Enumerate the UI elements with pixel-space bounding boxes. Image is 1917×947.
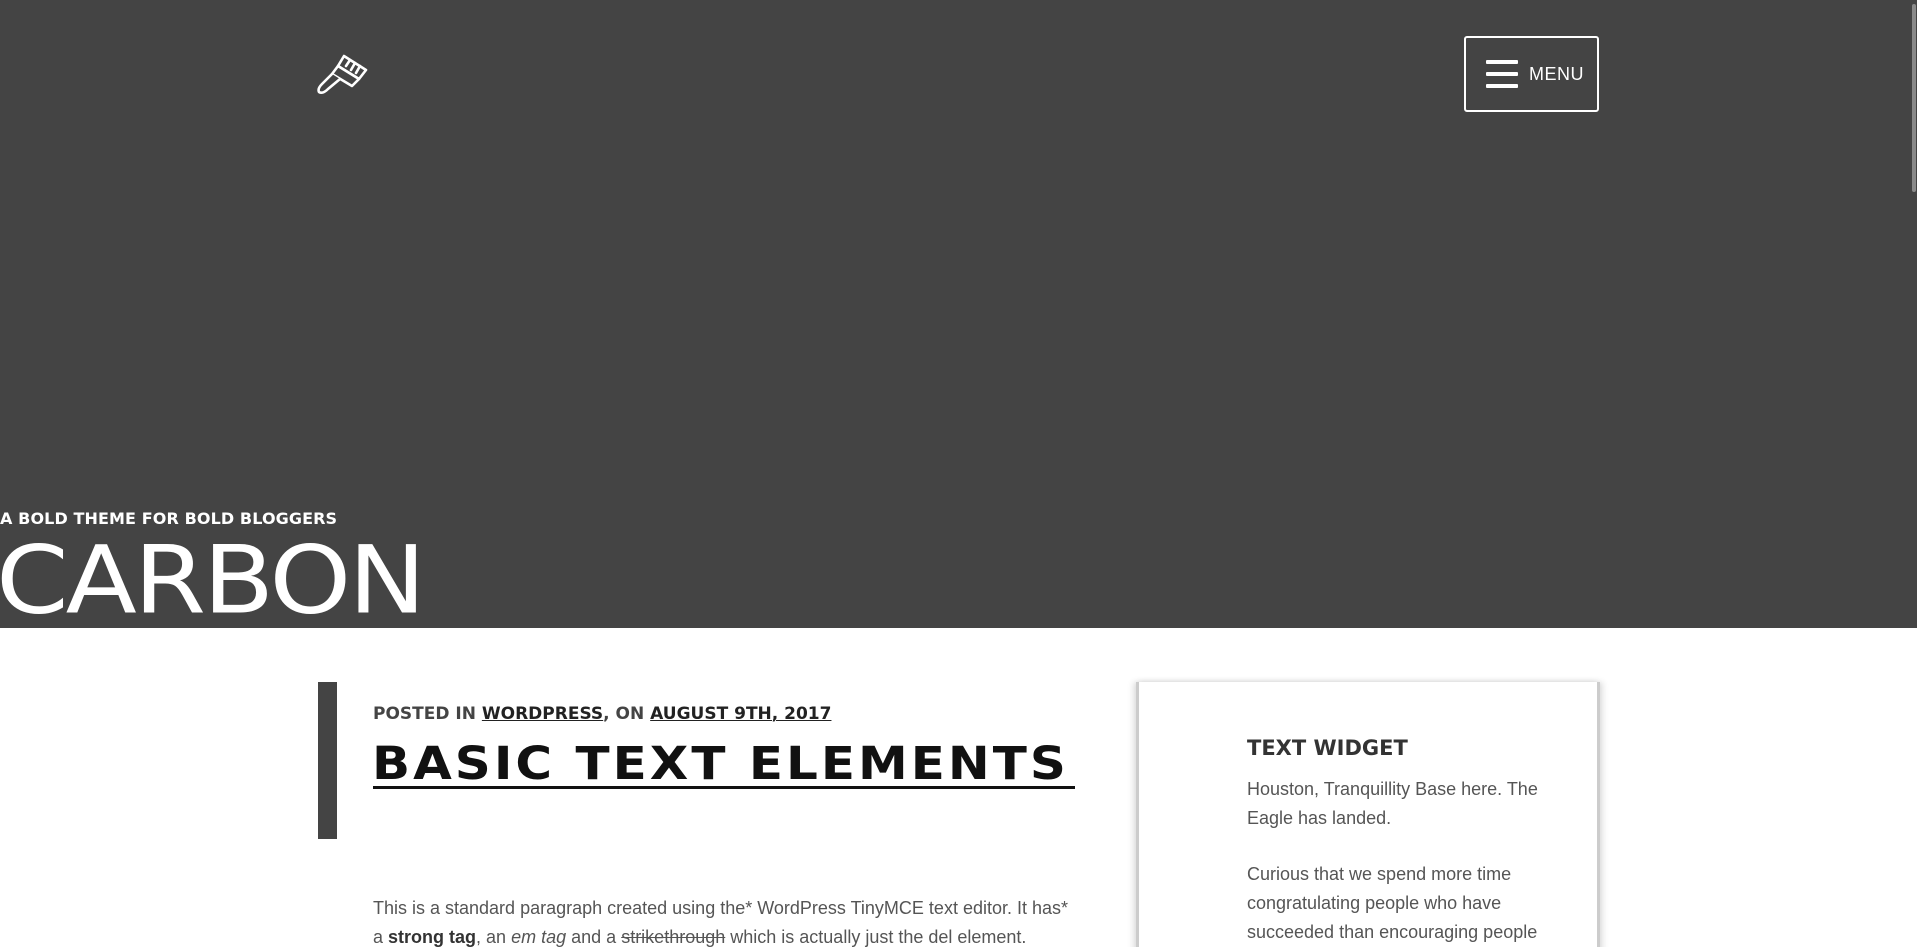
strikethrough-text: strikethrough [621,927,726,947]
hamburger-icon [1486,60,1518,88]
posted-in-label: POSTED IN [373,704,476,724]
post-meta-separator: , ON [603,704,645,724]
post-paragraph: This is a standard paragraph created usi… [373,894,1093,947]
em-text: em tag [511,927,567,947]
widget-title: TEXT WIDGET [1247,736,1408,760]
scrollbar-thumb[interactable] [1912,4,1916,192]
paintbrush-icon[interactable] [316,52,374,96]
category-link[interactable]: WORDPRESS [482,704,603,724]
post-title-underline [373,786,1075,789]
post-text-d: which is actually just the del element. [730,927,1027,947]
post-text-line1: This is a standard paragraph created usi… [373,898,1069,918]
post-date-link[interactable]: AUGUST 9TH, 2017 [650,704,831,724]
page-scrollbar[interactable] [1910,0,1917,947]
post-text-a: a [373,927,384,947]
widget-paragraph-2: Curious that we spend more time congratu… [1247,864,1538,942]
post-title-link[interactable]: BASIC TEXT ELEMENTS [372,735,1069,793]
site-title[interactable]: CARBON [0,526,426,628]
post-meta: POSTED IN WORDPRESS, ON AUGUST 9TH, 2017 [373,704,831,724]
post-accent-bar [318,682,337,839]
hero-header: MENU A BOLD THEME FOR BOLD BLOGGERS CARB… [0,0,1917,628]
strong-text: strong tag [388,927,477,947]
post-body: This is a standard paragraph created usi… [373,894,1093,947]
menu-button[interactable]: MENU [1464,36,1599,112]
page: MENU A BOLD THEME FOR BOLD BLOGGERS CARB… [0,0,1917,947]
menu-label: MENU [1529,63,1584,84]
sidebar: TEXT WIDGET Houston, Tranquillity Base h… [1136,682,1600,947]
widget-paragraph-1: Houston, Tranquillity Base here. The Eag… [1247,779,1538,828]
post-text-c: and a [571,927,617,947]
post-text-b: , an [476,927,507,947]
